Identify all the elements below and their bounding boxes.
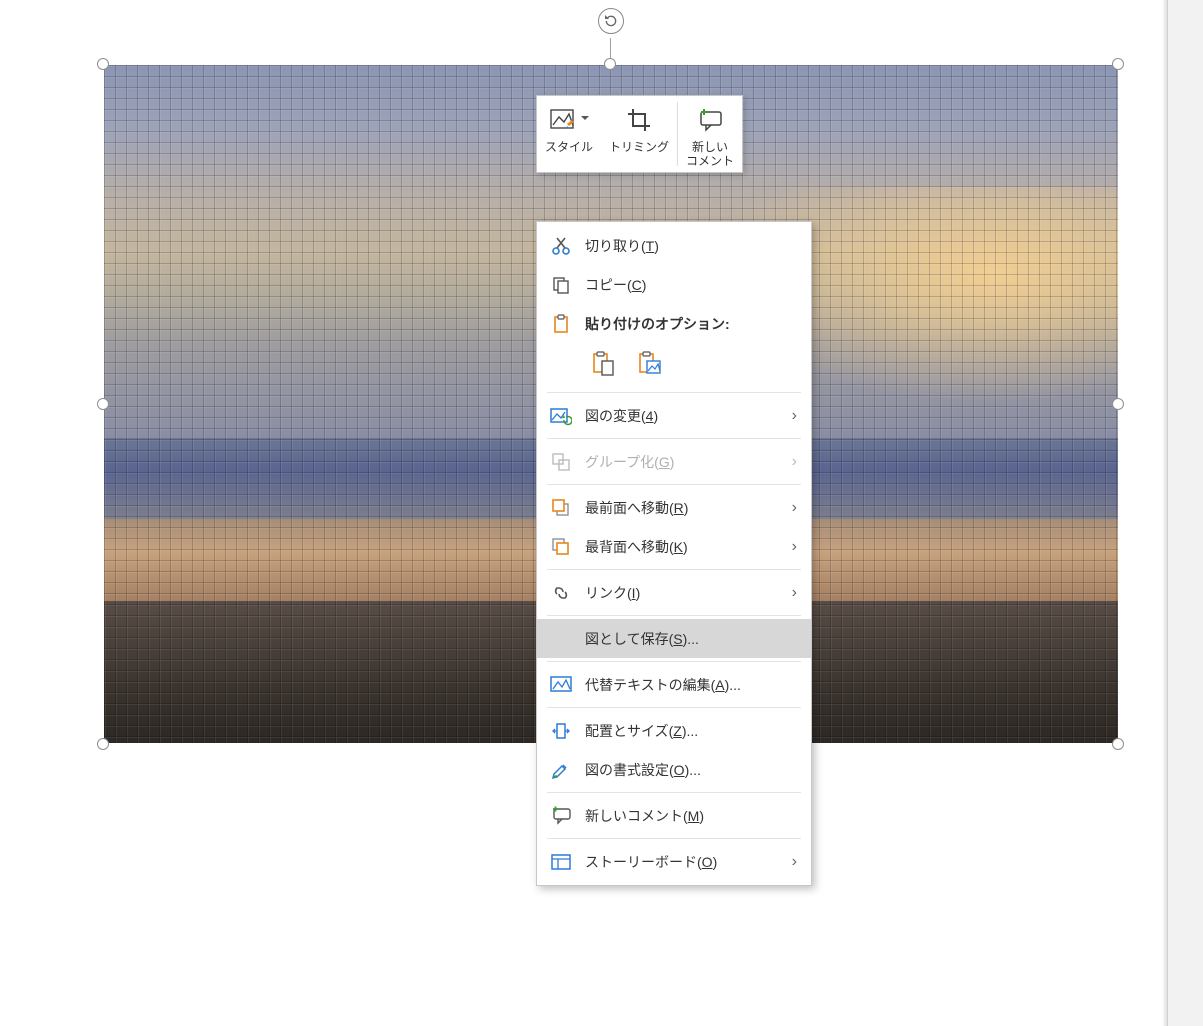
menu-item-storyboard[interactable]: ストーリーボード(O) › <box>537 842 811 881</box>
menu-item-cut[interactable]: 切り取り(T) <box>537 226 811 265</box>
submenu-arrow-icon: › <box>792 453 797 471</box>
mini-toolbar-style-label: スタイル <box>545 140 593 154</box>
menu-separator <box>547 392 801 393</box>
menu-item-paste-header: 貼り付けのオプション: <box>537 304 811 343</box>
menu-item-storyboard-label: ストーリーボード(O) <box>585 852 792 872</box>
menu-separator <box>547 615 801 616</box>
menu-item-change-picture[interactable]: 図の変更(4) › <box>537 396 811 435</box>
menu-item-new-comment[interactable]: 新しいコメント(M) <box>537 796 811 835</box>
menu-item-format-picture-label: 図の書式設定(O)... <box>585 760 797 780</box>
menu-item-size-and-position-label: 配置とサイズ(Z)... <box>585 721 797 741</box>
mini-toolbar-crop-label: トリミング <box>609 140 669 154</box>
menu-separator <box>547 484 801 485</box>
workspace-gutter <box>1167 0 1203 1026</box>
menu-item-paste-header-label: 貼り付けのオプション: <box>585 314 797 334</box>
menu-item-edit-alt-text[interactable]: 代替テキストの編集(A)... <box>537 665 811 704</box>
new-comment-icon <box>696 107 724 133</box>
menu-item-size-and-position[interactable]: 配置とサイズ(Z)... <box>537 711 811 750</box>
submenu-arrow-icon: › <box>792 407 797 425</box>
selection-handle-middle-left[interactable] <box>97 398 109 410</box>
clipboard-picture-icon <box>636 351 662 377</box>
submenu-arrow-icon: › <box>792 499 797 517</box>
menu-separator <box>547 661 801 662</box>
dropdown-caret-icon <box>581 112 589 128</box>
menu-item-save-as-picture[interactable]: 図として保存(S)... <box>537 619 811 658</box>
change-picture-icon <box>549 404 573 428</box>
selection-handle-bottom-left[interactable] <box>97 738 109 750</box>
menu-item-new-comment-label: 新しいコメント(M) <box>585 806 797 826</box>
paste-icon <box>549 312 573 336</box>
clipboard-blank-icon <box>590 351 616 377</box>
alt-text-icon <box>549 673 573 697</box>
menu-separator <box>547 438 801 439</box>
menu-item-group: グループ化(G) › <box>537 442 811 481</box>
menu-item-copy-label: コピー(C) <box>585 275 797 295</box>
group-icon <box>549 450 573 474</box>
selection-handle-top-middle[interactable] <box>604 58 616 70</box>
crop-icon <box>626 107 652 133</box>
storyboard-icon <box>549 850 573 874</box>
rotate-icon <box>603 13 619 29</box>
menu-item-group-label: グループ化(G) <box>585 452 792 472</box>
submenu-arrow-icon: › <box>792 584 797 602</box>
menu-item-bring-to-front[interactable]: 最前面へ移動(R) › <box>537 488 811 527</box>
context-menu: 切り取り(T) コピー(C) 貼り付けのオプション: <box>536 221 812 886</box>
selection-handle-bottom-right[interactable] <box>1112 738 1124 750</box>
menu-item-format-picture[interactable]: 図の書式設定(O)... <box>537 750 811 789</box>
menu-item-edit-alt-text-label: 代替テキストの編集(A)... <box>585 675 797 695</box>
menu-item-copy[interactable]: コピー(C) <box>537 265 811 304</box>
link-icon <box>549 581 573 605</box>
menu-item-save-as-picture-label: 図として保存(S)... <box>585 629 797 649</box>
menu-separator <box>547 792 801 793</box>
menu-item-link-label: リンク(I) <box>585 583 792 603</box>
menu-item-send-to-back-label: 最背面へ移動(K) <box>585 537 792 557</box>
mini-toolbar-style-button[interactable]: スタイル <box>537 96 601 172</box>
menu-separator <box>547 707 801 708</box>
selection-handle-top-left[interactable] <box>97 58 109 70</box>
format-picture-icon <box>549 758 573 782</box>
menu-item-send-to-back[interactable]: 最背面へ移動(K) › <box>537 527 811 566</box>
rotation-handle[interactable] <box>598 8 624 34</box>
bring-to-front-icon <box>549 496 573 520</box>
blank-icon <box>549 627 573 651</box>
menu-separator <box>547 569 801 570</box>
menu-separator <box>547 838 801 839</box>
paste-options-row <box>537 343 811 389</box>
submenu-arrow-icon: › <box>792 853 797 871</box>
copy-icon <box>549 273 573 297</box>
menu-item-bring-to-front-label: 最前面へ移動(R) <box>585 498 792 518</box>
mini-toolbar: スタイル トリミング 新しいコメント <box>536 95 743 173</box>
menu-item-cut-label: 切り取り(T) <box>585 236 797 256</box>
mini-toolbar-new-comment-label: 新しいコメント <box>686 140 734 168</box>
submenu-arrow-icon: › <box>792 538 797 556</box>
mini-toolbar-crop-button[interactable]: トリミング <box>601 96 677 172</box>
selection-handle-top-right[interactable] <box>1112 58 1124 70</box>
mini-toolbar-new-comment-button[interactable]: 新しいコメント <box>678 96 742 172</box>
menu-item-change-picture-label: 図の変更(4) <box>585 406 792 426</box>
slide-canvas[interactable]: スタイル トリミング 新しいコメント <box>0 0 1168 1026</box>
menu-item-link[interactable]: リンク(I) › <box>537 573 811 612</box>
send-to-back-icon <box>549 535 573 559</box>
cut-icon <box>549 234 573 258</box>
new-comment-icon <box>549 804 573 828</box>
paste-option-keep-source[interactable] <box>585 347 621 381</box>
size-position-icon <box>549 719 573 743</box>
paste-option-picture[interactable] <box>631 347 667 381</box>
selection-handle-middle-right[interactable] <box>1112 398 1124 410</box>
picture-style-icon <box>549 107 579 133</box>
